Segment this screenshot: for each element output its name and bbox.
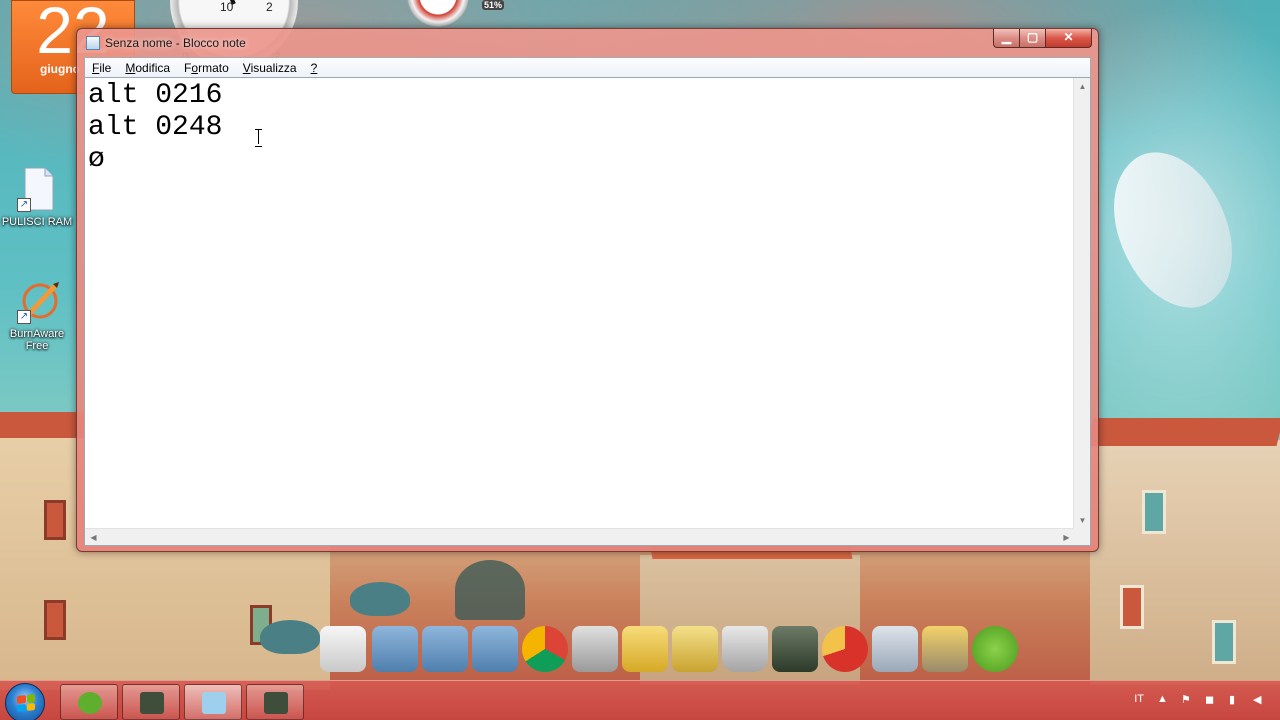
scroll-down-icon[interactable]: ▼ (1074, 512, 1091, 529)
r-app-icon[interactable] (672, 626, 718, 672)
volume-icon[interactable]: ◀ (1253, 693, 1264, 706)
scrollbar-corner (1073, 528, 1090, 545)
taskbar-item-utorrent[interactable] (60, 684, 118, 720)
desktop-icon-label: BurnAware Free (9, 328, 65, 352)
notepad-window[interactable]: Senza nome - Blocco note ▁ ▢ ✕ File Modi… (76, 28, 1099, 552)
taskbar: IT ▲ ⚑ ◼ ▮ ◀ (0, 680, 1280, 720)
maximize-button[interactable]: ▢ (1020, 29, 1046, 48)
close-button[interactable]: ✕ (1046, 29, 1092, 48)
horizontal-scrollbar[interactable]: ◀ ▶ (85, 528, 1075, 545)
wallpaper-feather (1082, 132, 1264, 328)
language-indicator[interactable]: IT (1134, 693, 1144, 705)
folder-icon[interactable] (372, 626, 418, 672)
start-button[interactable] (5, 683, 45, 720)
dock (260, 582, 1040, 676)
taskbar-item-notepad[interactable] (184, 684, 242, 720)
terminal-icon[interactable] (772, 626, 818, 672)
menu-visualizza[interactable]: Visualizza (236, 58, 304, 77)
tray-expand-icon[interactable]: ▲ (1157, 693, 1168, 705)
system-tray: IT ▲ ⚑ ◼ ▮ ◀ (1134, 693, 1264, 706)
folder-icon[interactable] (472, 626, 518, 672)
meter-percent: 51% (482, 0, 505, 10)
wallpaper-house-right (1086, 418, 1280, 685)
utorrent-icon (78, 692, 102, 714)
text-content[interactable]: alt 0216 alt 0248 ø (87, 80, 1073, 528)
text-line: alt 0248 (88, 112, 223, 143)
wallpaper-fountain (455, 560, 525, 620)
menu-modifica[interactable]: Modifica (118, 58, 177, 77)
chrome-icon[interactable] (522, 626, 568, 672)
scroll-left-icon[interactable]: ◀ (85, 529, 102, 546)
taskbar-item-terminal[interactable] (122, 684, 180, 720)
shortcut-arrow-icon: ↗ (17, 198, 31, 212)
title-bar[interactable]: Senza nome - Blocco note ▁ ▢ ✕ (77, 29, 1098, 57)
menu-formato[interactable]: Formato (177, 58, 236, 77)
desktop-icon-burnaware[interactable]: ↗ BurnAware Free (0, 278, 74, 352)
text-line: ø (88, 144, 105, 175)
wallpaper-bird (350, 582, 410, 616)
cpu-meter-widget[interactable]: 51% (398, 0, 522, 28)
calculator-icon[interactable] (872, 626, 918, 672)
notepad-icon (86, 36, 100, 50)
clock-number: 2 (266, 0, 273, 14)
tools-icon[interactable] (572, 626, 618, 672)
burnaware-icon: ↗ (17, 278, 59, 324)
menu-file[interactable]: File (85, 58, 118, 77)
text-editor[interactable]: alt 0216 alt 0248 ø ▲ ▼ ◀ ▶ (84, 77, 1091, 546)
menu-bar: File Modifica Formato Visualizza ? (84, 57, 1091, 77)
vertical-scrollbar[interactable]: ▲ ▼ (1073, 78, 1090, 529)
hammer-icon[interactable] (922, 626, 968, 672)
action-center-flag-icon[interactable]: ⚑ (1181, 693, 1192, 706)
shortcut-arrow-icon: ↗ (17, 310, 31, 324)
window-title: Senza nome - Blocco note (105, 36, 246, 50)
taskbar-item-terminal-record[interactable] (246, 684, 304, 720)
scroll-up-icon[interactable]: ▲ (1074, 78, 1091, 95)
trash-icon[interactable] (722, 626, 768, 672)
minimize-button[interactable]: ▁ (993, 29, 1020, 48)
notepad-icon[interactable] (320, 626, 366, 672)
text-line: alt 0216 (88, 80, 223, 111)
ccleaner-icon[interactable] (822, 626, 868, 672)
windows-logo-icon (17, 694, 35, 712)
desktop-icon-label: PULISCI RAM (1, 216, 73, 228)
music-folder-icon[interactable] (422, 626, 468, 672)
notepad-icon (202, 692, 226, 714)
terminal-icon (140, 692, 164, 714)
utorrent-icon[interactable] (972, 626, 1018, 672)
desktop-icon-pulisci-ram[interactable]: ↗ PULISCI RAM (0, 166, 74, 228)
folder-yellow-icon[interactable] (622, 626, 668, 672)
security-icon[interactable]: ◼ (1205, 693, 1216, 706)
menu-help[interactable]: ? (304, 58, 325, 77)
wallpaper-bird (260, 620, 320, 654)
document-icon: ↗ (17, 166, 57, 212)
text-cursor-icon (255, 129, 262, 147)
network-signal-icon[interactable]: ▮ (1229, 693, 1240, 706)
terminal-record-icon (264, 692, 288, 714)
